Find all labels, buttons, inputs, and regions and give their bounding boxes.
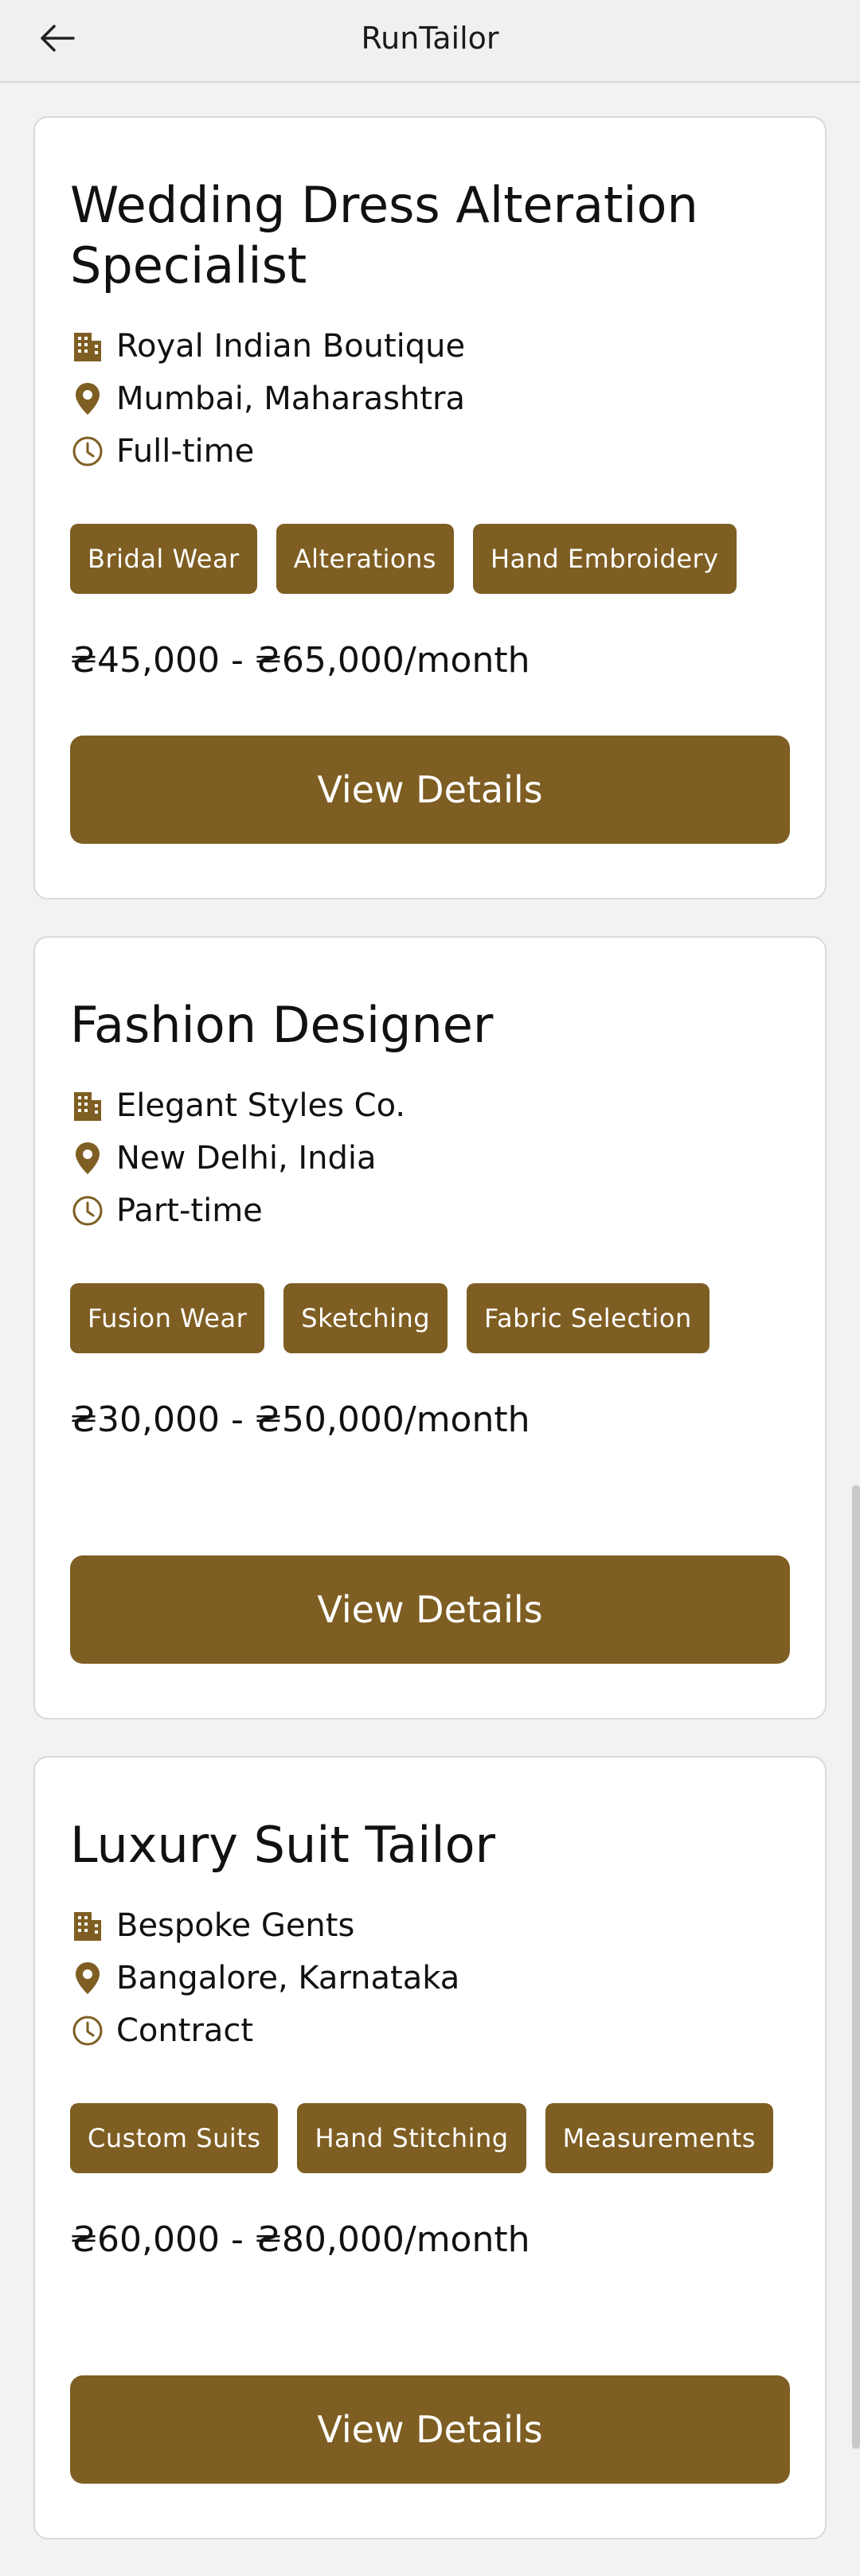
clock-icon xyxy=(70,2013,105,2048)
skill-tag: Fabric Selection xyxy=(467,1283,710,1353)
location-row: Bangalore, Karnataka xyxy=(70,1952,790,2004)
salary: ₴45,000 - ₴65,000/month xyxy=(70,640,530,681)
skill-tag: Alterations xyxy=(276,524,454,594)
type-row: Contract xyxy=(70,2004,790,2057)
skill-tags: Custom Suits Hand Stitching Measurements xyxy=(70,2103,790,2173)
scrollbar[interactable] xyxy=(852,1485,860,2449)
skill-tag: Bridal Wear xyxy=(70,524,257,594)
job-title: Fashion Designer xyxy=(70,996,494,1054)
building-icon xyxy=(70,1088,105,1123)
job-card: Luxury Suit Tailor Bespoke Gents Bangalo… xyxy=(33,1756,827,2539)
company-name: Bespoke Gents xyxy=(116,1907,355,1944)
view-details-button[interactable]: View Details xyxy=(70,2375,790,2484)
job-location: Mumbai, Maharashtra xyxy=(116,381,465,417)
job-list: Wedding Dress Alteration Specialist Roya… xyxy=(33,116,827,2576)
job-card: Fashion Designer Elegant Styles Co. New … xyxy=(33,936,827,1719)
company-name: Royal Indian Boutique xyxy=(116,328,466,365)
job-title: Luxury Suit Tailor xyxy=(70,1816,495,1874)
location-row: Mumbai, Maharashtra xyxy=(70,373,790,425)
job-meta: Royal Indian Boutique Mumbai, Maharashtr… xyxy=(70,320,790,478)
job-location: New Delhi, India xyxy=(116,1140,377,1177)
location-pin-icon xyxy=(70,1141,105,1176)
app-bar: RunTailor xyxy=(0,0,860,83)
job-card: Wedding Dress Alteration Specialist Roya… xyxy=(33,116,827,900)
type-row: Full-time xyxy=(70,425,790,478)
job-type: Full-time xyxy=(116,433,255,470)
app-title: RunTailor xyxy=(361,21,499,56)
location-row: New Delhi, India xyxy=(70,1132,790,1185)
view-details-button[interactable]: View Details xyxy=(70,1555,790,1664)
skill-tag: Hand Embroidery xyxy=(472,524,737,594)
skill-tags: Fusion Wear Sketching Fabric Selection xyxy=(70,1283,790,1353)
job-meta: Bespoke Gents Bangalore, Karnataka Contr… xyxy=(70,1899,790,2057)
skill-tag: Hand Stitching xyxy=(297,2103,526,2173)
salary: ₴30,000 - ₴50,000/month xyxy=(70,1399,530,1440)
type-row: Part-time xyxy=(70,1185,790,1237)
job-type: Contract xyxy=(116,2012,254,2049)
skill-tag: Fusion Wear xyxy=(70,1283,265,1353)
company-name: Elegant Styles Co. xyxy=(116,1087,406,1124)
clock-icon xyxy=(70,434,105,469)
job-type: Part-time xyxy=(116,1192,263,1229)
clock-icon xyxy=(70,1193,105,1228)
location-pin-icon xyxy=(70,381,105,416)
location-pin-icon xyxy=(70,1961,105,1996)
job-location: Bangalore, Karnataka xyxy=(116,1960,460,1996)
job-title: Wedding Dress Alteration Specialist xyxy=(70,176,698,295)
skill-tag: Measurements xyxy=(545,2103,773,2173)
skill-tag: Sketching xyxy=(283,1283,448,1353)
company-row: Elegant Styles Co. xyxy=(70,1079,790,1132)
view-details-button[interactable]: View Details xyxy=(70,736,790,844)
job-meta: Elegant Styles Co. New Delhi, India Part… xyxy=(70,1079,790,1237)
skill-tag: Custom Suits xyxy=(70,2103,279,2173)
building-icon xyxy=(70,1908,105,1943)
company-row: Bespoke Gents xyxy=(70,1899,790,1952)
company-row: Royal Indian Boutique xyxy=(70,320,790,373)
skill-tags: Bridal Wear Alterations Hand Embroidery xyxy=(70,524,790,594)
salary: ₴60,000 - ₴80,000/month xyxy=(70,2219,530,2260)
building-icon xyxy=(70,329,105,364)
